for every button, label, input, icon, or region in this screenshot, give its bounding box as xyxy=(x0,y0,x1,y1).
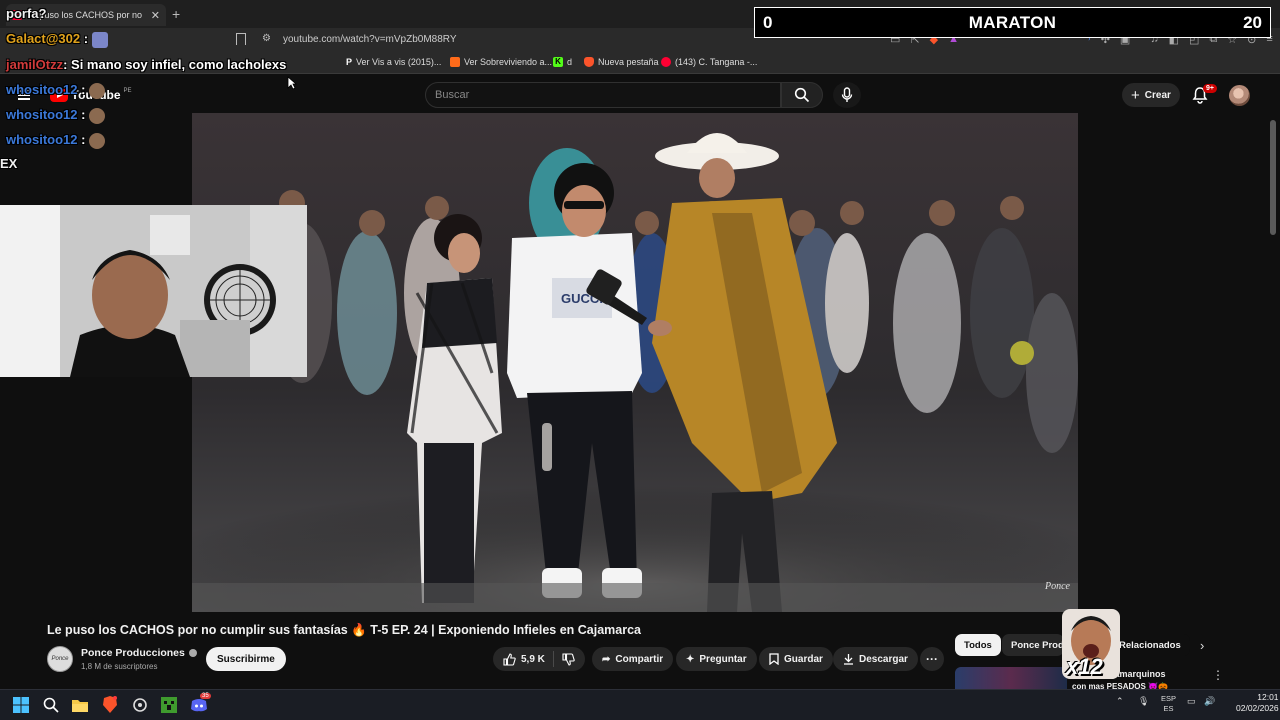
account-avatar[interactable] xyxy=(1229,85,1250,106)
marathon-title: MARATON xyxy=(968,13,1057,32)
chat-message: whositoo12 : xyxy=(6,82,106,99)
kebab-menu-icon[interactable]: ⋮ xyxy=(1212,668,1224,682)
orange-square-icon xyxy=(450,57,460,67)
page-scrollbar[interactable] xyxy=(1270,120,1276,235)
emote-icon xyxy=(92,31,109,48)
like-dislike-group: 5,9 K xyxy=(493,647,585,671)
youtube-icon xyxy=(661,57,671,67)
microphone-tray-icon[interactable]: 🎙 xyxy=(1138,696,1149,707)
recommended-thumbnail[interactable] xyxy=(955,667,1067,689)
verified-icon xyxy=(188,649,197,657)
marathon-counter: 0 MARATON 20 xyxy=(754,7,1271,38)
search-taskbar-icon[interactable] xyxy=(41,695,61,715)
notification-badge: 9+ xyxy=(1203,84,1217,93)
bookmark-item[interactable]: P Ver Vis a vis (2015)... xyxy=(346,57,441,67)
file-explorer-icon[interactable] xyxy=(70,695,90,715)
create-button[interactable]: + Crear xyxy=(1122,83,1180,107)
chat-message: porfa? xyxy=(6,6,47,21)
volume-icon[interactable]: 🔊 xyxy=(1204,696,1215,707)
save-button[interactable]: Guardar xyxy=(759,647,833,671)
emote-icon xyxy=(89,107,106,124)
chat-message: whositoo12 : xyxy=(6,132,106,149)
like-button[interactable]: 5,9 K xyxy=(493,651,554,667)
share-button[interactable]: ➦ Compartir xyxy=(592,647,674,671)
windows-start-icon[interactable] xyxy=(11,695,31,715)
thumbs-down-icon xyxy=(562,652,575,666)
download-icon xyxy=(844,654,853,665)
brave-icon xyxy=(584,57,594,67)
subscriber-count: 1,8 M de suscriptores xyxy=(81,662,158,671)
bookmark-item[interactable]: (143) C. Tangana -... xyxy=(661,57,757,67)
brave-browser-icon[interactable] xyxy=(100,695,120,715)
minecraft-icon[interactable] xyxy=(159,695,179,715)
emote-icon xyxy=(89,132,106,149)
bookmark-icon[interactable] xyxy=(236,33,246,45)
plus-icon: + xyxy=(1131,86,1140,104)
like-count: 5,9 K xyxy=(521,653,545,665)
system-clock[interactable]: 12:01 02/02/2026 xyxy=(1236,692,1279,714)
search-button[interactable] xyxy=(781,82,823,108)
url-text[interactable]: youtube.com/watch?v=mVpZb0M88RY xyxy=(283,34,457,45)
site-settings-icon[interactable]: ⚙ xyxy=(262,33,271,44)
network-icon[interactable]: ▭ xyxy=(1187,696,1196,707)
webcam-feed xyxy=(0,205,307,377)
mouse-cursor-icon xyxy=(287,76,298,95)
bookmark-item[interactable]: Nueva pestaña xyxy=(584,57,659,67)
chip-todos[interactable]: Todos xyxy=(955,634,1001,656)
chat-message: Galact@302 : xyxy=(6,31,109,48)
search-input[interactable]: Buscar xyxy=(425,82,781,108)
streamer-webcam xyxy=(0,205,307,377)
chip-channel[interactable]: Ponce Produ xyxy=(1002,634,1064,656)
chat-message: EX xyxy=(0,156,18,171)
voice-search-button[interactable] xyxy=(833,82,861,108)
thumbs-up-icon xyxy=(503,652,516,666)
subscribe-button[interactable]: Suscribirme xyxy=(206,647,286,671)
more-actions-icon[interactable]: ··· xyxy=(920,647,944,671)
kick-icon: K xyxy=(553,57,563,67)
video-frame: GUCCI xyxy=(192,113,1078,612)
discord-badge: 35 xyxy=(200,693,211,699)
search-icon xyxy=(794,87,810,103)
marathon-right-value: 20 xyxy=(1243,13,1262,32)
channel-avatar[interactable]: Ponce xyxy=(47,646,73,672)
sparkle-icon: ✦ xyxy=(686,653,695,665)
microphone-icon xyxy=(841,87,853,102)
app-icon[interactable] xyxy=(130,695,150,715)
close-tab-icon[interactable]: ✕ xyxy=(151,9,160,22)
video-title: Le puso los CACHOS por no cumplir sus fa… xyxy=(47,623,641,637)
language-indicator[interactable]: ESP ES xyxy=(1161,694,1176,714)
chevron-right-icon[interactable]: › xyxy=(1200,638,1204,653)
dislike-button[interactable] xyxy=(554,652,583,666)
chat-message: whositoo12 : xyxy=(6,107,106,124)
emote-icon xyxy=(89,82,106,99)
bookmark-item[interactable]: Kd xyxy=(553,57,572,67)
video-player[interactable]: GUCCI Ponce xyxy=(192,113,1078,612)
chat-message: jamilOtzz: Si mano soy infiel, como lach… xyxy=(6,57,287,72)
save-playlist-icon xyxy=(769,653,779,665)
channel-watermark: Ponce xyxy=(1045,581,1070,592)
download-button[interactable]: Descargar xyxy=(833,647,918,671)
share-arrow-icon: ➦ xyxy=(602,653,611,665)
ask-button[interactable]: ✦ Preguntar xyxy=(676,647,757,671)
bookmark-item[interactable]: Ver Sobreviviendo a... xyxy=(450,57,552,67)
channel-name[interactable]: Ponce Producciones xyxy=(81,647,197,659)
new-tab-icon[interactable]: + xyxy=(172,6,180,22)
tray-chevron-icon[interactable]: ⌃ xyxy=(1116,696,1124,707)
p-icon: P xyxy=(346,57,353,67)
sticker-multiplier: x12 xyxy=(1066,654,1103,679)
